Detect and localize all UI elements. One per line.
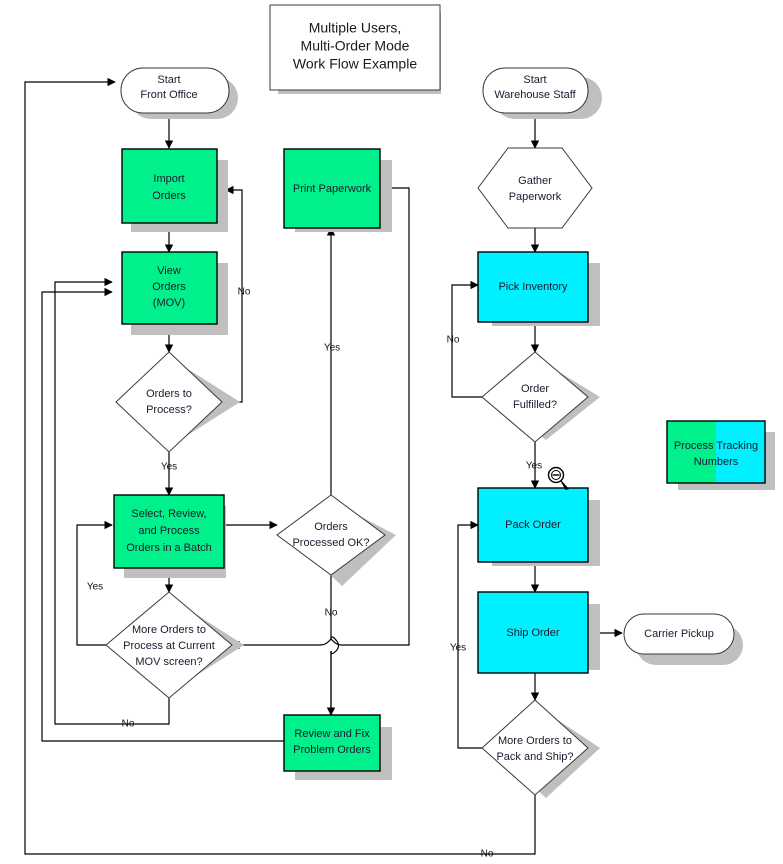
label-processed-ok-no: No <box>325 608 338 619</box>
node-order-fulfilled-decision[interactable]: Order Fulfilled? <box>481 351 600 443</box>
edge-print-to-moreorders <box>231 638 342 650</box>
node-more-orders-mov-decision[interactable]: More Orders to Process at Current MOV sc… <box>105 591 244 699</box>
label-order-fulfilled-no: No <box>447 335 460 346</box>
edge-processedok-no-hop <box>330 575 340 715</box>
node-print-paperwork[interactable]: Print Paperwork <box>283 148 392 232</box>
label-more-orders-mov-no: No <box>122 719 135 730</box>
node-more-orders-pack-ship-decision[interactable]: More Orders to Pack and Ship? <box>481 699 600 798</box>
node-pack-order[interactable]: Pack Order <box>477 487 600 566</box>
title-line-2: Multi-Order Mode <box>301 38 410 54</box>
node-start-front-office[interactable]: Start Front Office <box>120 67 238 119</box>
zoom-out-magnifier-cursor <box>547 466 569 490</box>
legend-green-half <box>667 421 716 483</box>
node-view-orders-mov[interactable]: View Orders (MOV) <box>121 251 228 335</box>
label-more-pack-ship-yes: Yes <box>450 643 466 654</box>
title-box: Multiple Users, Multi-Order Mode Work Fl… <box>269 4 441 94</box>
node-review-and-fix[interactable]: Review and Fix Problem Orders <box>283 714 392 780</box>
label-more-orders-mov-yes: Yes <box>87 582 103 593</box>
node-import-orders[interactable]: Import Orders <box>121 148 228 232</box>
node-pick-inventory[interactable]: Pick Inventory <box>477 251 600 326</box>
node-select-review-process[interactable]: Select, Review, and Process Orders in a … <box>113 494 226 578</box>
label-order-fulfilled-yes: Yes <box>526 461 542 472</box>
label-orders-to-process-no: No <box>238 287 251 298</box>
node-carrier-pickup[interactable]: Carrier Pickup <box>623 613 743 665</box>
flowchart-diagram: No Yes Yes No Yes No No Yes Yes No Multi… <box>0 0 783 864</box>
node-ship-order[interactable]: Ship Order <box>477 591 600 674</box>
node-orders-to-process-decision[interactable]: Orders to Process? <box>115 351 240 453</box>
label-more-pack-ship-no: No <box>481 849 494 860</box>
label-processed-ok-yes: Yes <box>324 343 340 354</box>
node-gather-paperwork[interactable]: Gather Paperwork <box>477 147 593 229</box>
legend-cyan-half <box>716 421 765 483</box>
legend-process-tracking-numbers[interactable]: Process Tracking Numbers <box>666 420 775 490</box>
title-line-3: Work Flow Example <box>293 56 417 72</box>
label-orders-to-process-yes: Yes <box>161 462 177 473</box>
title-line-1: Multiple Users, <box>309 20 402 36</box>
node-start-warehouse-staff[interactable]: Start Warehouse Staff <box>482 67 602 119</box>
node-orders-processed-ok-decision[interactable]: Orders Processed OK? <box>276 494 396 586</box>
